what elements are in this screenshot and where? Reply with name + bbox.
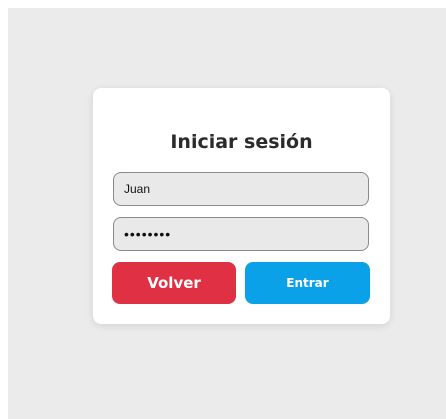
login-card: Iniciar sesión Volver Entrar bbox=[93, 88, 390, 324]
username-input[interactable] bbox=[113, 172, 369, 206]
back-button[interactable]: Volver bbox=[112, 262, 236, 304]
login-title: Iniciar sesión bbox=[170, 131, 313, 153]
page-background: Iniciar sesión Volver Entrar bbox=[8, 8, 446, 419]
password-input[interactable] bbox=[113, 217, 369, 251]
submit-button[interactable]: Entrar bbox=[245, 262, 370, 304]
